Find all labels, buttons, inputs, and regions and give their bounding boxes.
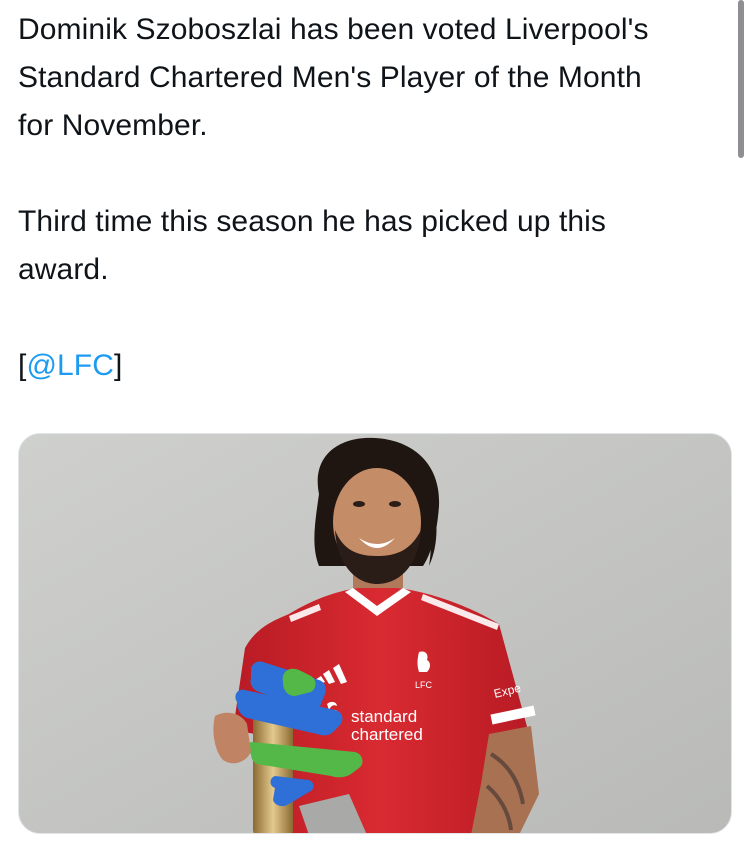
scrollbar[interactable] bbox=[738, 0, 744, 158]
player-photo: LFC standard chartered Expe bbox=[19, 434, 731, 833]
tweet-line: Standard Chartered Men's Player of the M… bbox=[18, 61, 642, 94]
tweet-media-image[interactable]: LFC standard chartered Expe bbox=[18, 433, 732, 834]
sponsor-line-2: chartered bbox=[351, 725, 423, 744]
mention-link[interactable]: @LFC bbox=[26, 349, 114, 382]
eye-right bbox=[389, 501, 401, 507]
tweet-line: for November. bbox=[18, 109, 208, 142]
tweet-line: Third time this season he has picked up … bbox=[18, 205, 607, 238]
tweet-line: award. bbox=[18, 253, 109, 286]
tweet-text: Dominik Szoboszlai has been voted Liverp… bbox=[18, 6, 718, 390]
mention-line: [@LFC] bbox=[18, 342, 718, 390]
tweet-line: Dominik Szoboszlai has been voted Liverp… bbox=[18, 13, 649, 46]
eye-left bbox=[353, 501, 365, 507]
sponsor-line-1: standard bbox=[351, 707, 417, 726]
bracket-close: ] bbox=[113, 349, 123, 382]
crest-text: LFC bbox=[415, 680, 433, 690]
